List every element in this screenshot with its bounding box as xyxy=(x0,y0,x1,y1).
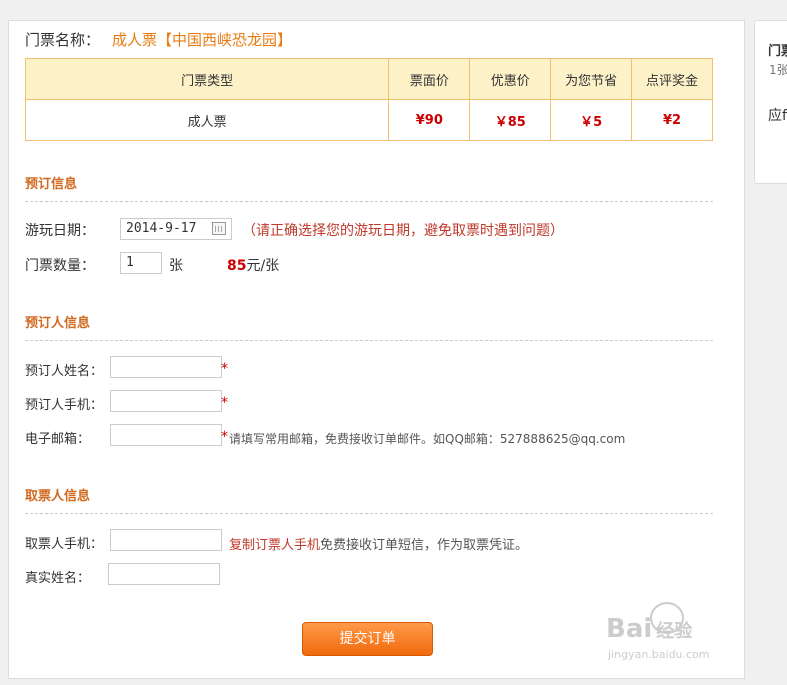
copy-booker-phone-link[interactable]: 复制订票人手机 xyxy=(229,538,320,553)
email-required: * xyxy=(221,429,228,445)
col-ticket-type: 门票类型 xyxy=(24,58,390,100)
pickup-phone-note-text: 免费接收订单短信，作为取票凭证。 xyxy=(320,538,529,553)
booker-phone-label: 预订人手机： xyxy=(25,398,104,413)
unit-price-num: 85 xyxy=(227,258,247,274)
cell-review-bonus: ¥2 xyxy=(631,99,713,141)
email-label: 电子邮箱： xyxy=(25,432,91,447)
watermark-logo: Bai 经验 xyxy=(606,614,693,644)
visit-date-hint: （请正确选择您的游玩日期，避免取票时遇到问题） xyxy=(242,223,564,239)
baidu-watermark: Bai 经验 jingyan.baidu.com xyxy=(598,600,748,670)
col-review-bonus: 点评奖金 xyxy=(631,58,713,100)
table-row: 成人票 ¥90 ￥85 ￥5 ¥2 xyxy=(24,99,713,141)
cell-savings: ￥5 xyxy=(550,99,633,141)
pickup-phone-label: 取票人手机： xyxy=(25,537,104,552)
ticket-price-table: 门票类型 票面价 优惠价 为您节省 点评奖金 成人票 ¥90 ￥85 ￥5 ¥2 xyxy=(24,58,713,141)
booker-name-label: 预订人姓名： xyxy=(25,364,104,379)
booker-phone-input[interactable] xyxy=(110,390,222,412)
calendar-icon[interactable] xyxy=(212,222,226,235)
pickup-phone-note: 复制订票人手机免费接收订单短信，作为取票凭证。 xyxy=(229,534,528,553)
unit-price-suffix: 元/张 xyxy=(246,258,280,274)
col-discount-price: 优惠价 xyxy=(469,58,552,100)
cell-discount-price: ￥85 xyxy=(469,99,552,141)
visit-date-label: 游玩日期： xyxy=(25,223,95,239)
ticket-qty-label: 门票数量： xyxy=(25,258,95,274)
ticket-name-label: 门票名称： xyxy=(25,31,101,49)
summary-title: 门票 xyxy=(768,44,787,59)
booking-section-title: 预订信息 xyxy=(25,177,78,192)
booker-phone-required: * xyxy=(221,395,228,411)
unit-price: 85元/张 xyxy=(227,255,279,275)
booker-divider xyxy=(25,340,713,341)
realname-label: 真实姓名： xyxy=(25,571,91,586)
booking-divider xyxy=(25,201,713,202)
order-summary-panel: 门票 1张 应f xyxy=(754,20,787,184)
submit-order-button[interactable]: 提交订单 xyxy=(302,622,433,656)
ticket-name-value: 成人票【中国西峡恐龙园】 xyxy=(112,31,293,49)
booker-name-input[interactable] xyxy=(110,356,222,378)
email-input[interactable] xyxy=(110,424,222,446)
col-face-price: 票面价 xyxy=(388,58,471,100)
summary-pay-label: 应f xyxy=(768,108,787,124)
pickup-phone-input[interactable] xyxy=(110,529,222,551)
pickup-section-title: 取票人信息 xyxy=(25,489,91,504)
col-savings: 为您节省 xyxy=(550,58,633,100)
booker-name-required: * xyxy=(221,361,228,377)
realname-input[interactable] xyxy=(108,563,220,585)
cell-ticket-type: 成人票 xyxy=(24,99,390,141)
cell-face-price: ¥90 xyxy=(388,99,471,141)
table-header-row: 门票类型 票面价 优惠价 为您节省 点评奖金 xyxy=(24,58,713,100)
email-note: 请填写常用邮箱，免费接收订单邮件。如QQ邮箱：527888625@qq.com xyxy=(229,432,626,446)
booker-section-title: 预订人信息 xyxy=(25,316,91,331)
pickup-divider xyxy=(25,513,713,514)
watermark-url: jingyan.baidu.com xyxy=(608,648,710,661)
ticket-name: 门票名称： 成人票【中国西峡恐龙园】 xyxy=(25,29,292,50)
ticket-qty-input[interactable]: 1 xyxy=(120,252,162,274)
summary-count: 1张 xyxy=(769,63,787,77)
ticket-qty-unit: 张 xyxy=(169,258,183,274)
